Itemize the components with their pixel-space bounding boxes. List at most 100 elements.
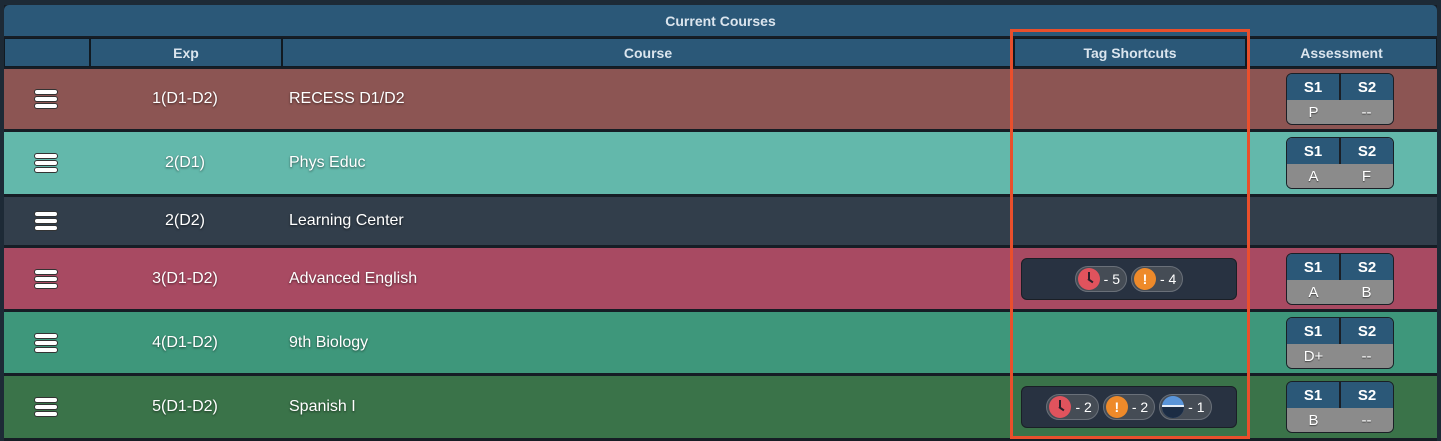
semester-2-grade: -- xyxy=(1340,344,1393,368)
hamburger-menu-icon[interactable] xyxy=(35,212,57,230)
table-row: 3(D1-D2) Advanced English - 5! - 4 S1 S2 A B xyxy=(4,248,1437,309)
semester-1-grade: P xyxy=(1287,100,1340,124)
semester-2-grade: -- xyxy=(1340,100,1393,124)
semester-2-label: S2 xyxy=(1341,318,1393,344)
hamburger-menu-icon[interactable] xyxy=(35,398,57,416)
tag-count-label: - 4 xyxy=(1160,271,1177,287)
course-name-cell[interactable]: Phys Educ xyxy=(289,132,1009,194)
course-name-cell[interactable]: RECESS D1/D2 xyxy=(289,69,1009,129)
assessment-headers: S1 S2 xyxy=(1287,318,1393,344)
menu-bar xyxy=(35,161,57,165)
half-circle-top xyxy=(1162,396,1185,407)
semester-1-label: S1 xyxy=(1287,138,1341,164)
semester-1-grade: D+ xyxy=(1287,344,1340,368)
tag-shortcut-pill[interactable]: ! - 4 xyxy=(1131,266,1184,292)
tag-count-label: - 2 xyxy=(1131,399,1149,415)
menu-bar xyxy=(35,412,57,416)
hamburger-menu-icon[interactable] xyxy=(35,269,57,288)
table-row: 2(D1) Phys Educ S1 S2 A F xyxy=(4,132,1437,194)
clock-icon xyxy=(1049,396,1072,418)
clock-icon xyxy=(1077,268,1100,290)
course-name-cell[interactable]: Learning Center xyxy=(289,197,1009,245)
header-assessment: Assessment xyxy=(1246,38,1437,67)
tag-shortcuts-box: - 2! - 2- 1 xyxy=(1021,386,1237,428)
menu-bar xyxy=(35,212,57,216)
menu-bar xyxy=(35,154,57,158)
assessment-grades: B -- xyxy=(1287,408,1393,432)
menu-bar xyxy=(35,104,57,108)
assessment-grades: P -- xyxy=(1287,100,1393,124)
semester-1-label: S1 xyxy=(1287,254,1341,280)
clock-hand xyxy=(1087,278,1094,284)
course-name-cell[interactable]: 9th Biology xyxy=(289,312,1009,373)
table-title: Current Courses xyxy=(4,5,1437,36)
menu-bar xyxy=(35,219,57,223)
tag-shortcuts-box: - 5! - 4 xyxy=(1021,258,1237,300)
menu-bar xyxy=(35,347,57,352)
exp-cell: 1(D1-D2) xyxy=(152,90,218,107)
semester-1-grade: A xyxy=(1287,164,1340,188)
row-menu-cell xyxy=(4,197,88,245)
hamburger-menu-icon[interactable] xyxy=(35,154,57,172)
menu-bar xyxy=(35,226,57,230)
tag-shortcut-pill[interactable]: - 5 xyxy=(1074,266,1127,292)
exp-cell: 2(D2) xyxy=(164,212,205,229)
exp-cell: 3(D1-D2) xyxy=(152,269,218,287)
header-tag-shortcuts: Tag Shortcuts xyxy=(1014,38,1246,67)
assessment-widget[interactable]: S1 S2 A B xyxy=(1286,253,1394,305)
assessment-grades: D+ -- xyxy=(1287,344,1393,368)
assessment-grades: AB xyxy=(1287,280,1393,304)
menu-bar xyxy=(35,97,57,101)
row-menu-cell xyxy=(4,69,88,129)
exp-cell: 2(D1) xyxy=(164,154,205,171)
assessment-headers: S1 S2 xyxy=(1287,74,1393,100)
table-row: 5(D1-D2) Spanish I- 2! - 2- 1 S1 S2 B -- xyxy=(4,376,1437,438)
course-name-cell[interactable]: Advanced English xyxy=(289,248,1009,309)
menu-bar xyxy=(35,340,57,345)
row-menu-cell xyxy=(4,376,88,438)
half-circle-bottom xyxy=(1162,407,1185,418)
clock-hand xyxy=(1058,406,1065,412)
exp-cell: 4(D1-D2) xyxy=(152,333,218,351)
table-row: 4(D1-D2) 9th Biology S1 S2 D+ -- xyxy=(4,312,1437,373)
assessment-widget[interactable]: S1 S2 A F xyxy=(1286,137,1394,189)
header-course: Course xyxy=(282,38,1014,67)
menu-bar xyxy=(35,333,57,338)
menu-bar xyxy=(35,168,57,172)
row-menu-cell xyxy=(4,132,88,194)
semester-1-label: S1 xyxy=(1287,318,1341,344)
menu-bar xyxy=(35,276,57,281)
hamburger-menu-icon[interactable] xyxy=(35,90,57,108)
semester-1-grade: B xyxy=(1287,408,1340,432)
assessment-widget[interactable]: S1 S2 B -- xyxy=(1286,381,1394,433)
assessment-headers: S1 S2 xyxy=(1287,254,1393,280)
header-menu xyxy=(4,38,90,67)
menu-bar xyxy=(35,269,57,274)
course-name-cell[interactable]: Spanish I xyxy=(289,376,1009,438)
semester-2-grade: -- xyxy=(1340,408,1393,432)
tag-count-label: - 1 xyxy=(1188,399,1205,415)
tag-count-label: - 5 xyxy=(1103,271,1120,287)
semester-2-label: S2 xyxy=(1341,382,1393,408)
tag-shortcut-pill[interactable]: - 2 xyxy=(1046,394,1099,420)
current-courses-table: Current Courses Exp Course Tag Shortcuts… xyxy=(4,5,1437,441)
assessment-headers: S1 S2 xyxy=(1287,138,1393,164)
menu-bar xyxy=(35,398,57,402)
tag-shortcut-pill[interactable]: ! - 2 xyxy=(1102,394,1156,420)
menu-bar xyxy=(35,90,57,94)
semester-2-grade: F xyxy=(1340,164,1393,188)
exclamation-icon: ! xyxy=(1134,268,1156,290)
row-menu-cell xyxy=(4,248,88,309)
exclamation-icon: ! xyxy=(1105,396,1128,418)
exp-cell: 5(D1-D2) xyxy=(152,398,218,415)
semester-1-label: S1 xyxy=(1287,74,1341,100)
table-row: 1(D1-D2) RECESS D1/D2 S1 S2 P -- xyxy=(4,69,1437,129)
assessment-widget[interactable]: S1 S2 D+ -- xyxy=(1286,317,1394,369)
menu-bar xyxy=(35,405,57,409)
semester-2-label: S2 xyxy=(1341,138,1393,164)
assessment-widget[interactable]: S1 S2 P -- xyxy=(1286,73,1394,125)
tag-shortcut-pill[interactable]: - 1 xyxy=(1159,394,1212,420)
semester-2-label: S2 xyxy=(1341,74,1393,100)
assessment-headers: S1 S2 xyxy=(1287,382,1393,408)
hamburger-menu-icon[interactable] xyxy=(35,333,57,352)
